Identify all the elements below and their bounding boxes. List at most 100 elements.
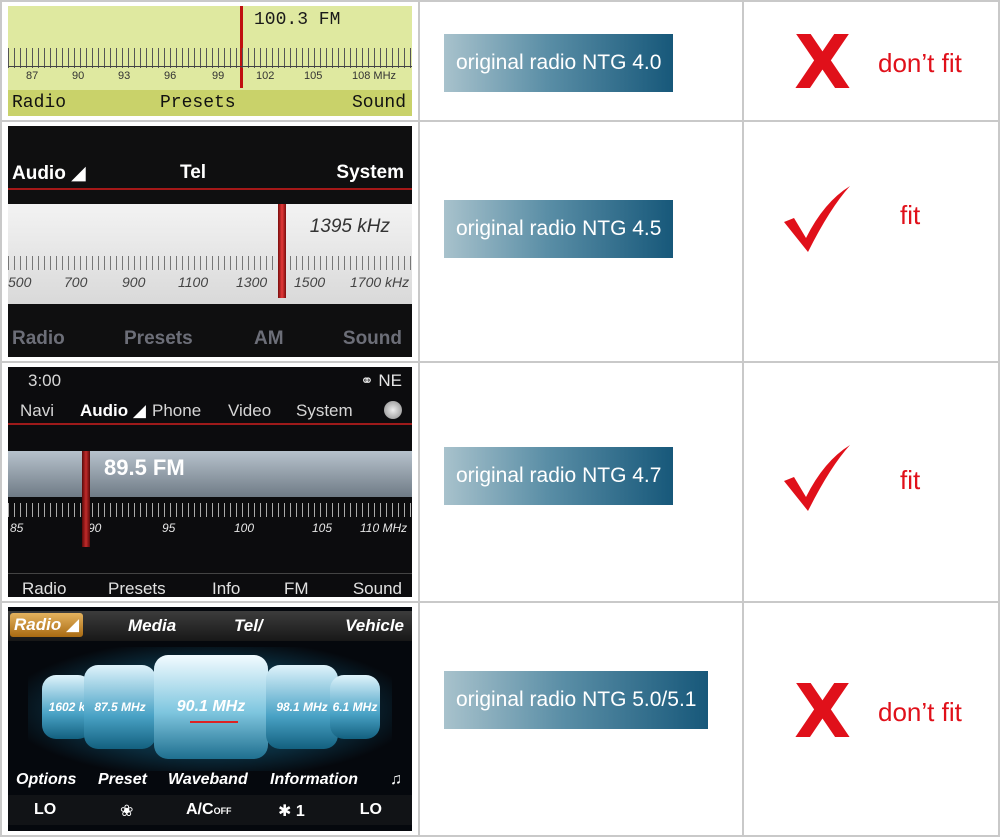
compass-heading: ⚭ NE bbox=[360, 371, 402, 391]
check-icon bbox=[784, 445, 850, 511]
verdict-text: fit bbox=[900, 200, 921, 230]
music-note-icon[interactable]: ♫ bbox=[390, 771, 402, 789]
ac-label: A/C bbox=[186, 801, 214, 818]
row-ntg-4-7: 3:00 ⚭ NE Navi Audio ◢ Phone Video Syste… bbox=[0, 361, 1000, 601]
scale-label: 102 bbox=[256, 70, 275, 82]
verdict-text: don’t fit bbox=[878, 697, 962, 727]
tuning-band bbox=[8, 451, 412, 497]
ac-off-label: OFF bbox=[213, 806, 232, 816]
tuning-scale-baseline bbox=[8, 66, 412, 67]
compass-heading-text: NE bbox=[378, 371, 402, 390]
scale-label: 90 bbox=[88, 521, 102, 535]
scale-label: 1500 bbox=[294, 274, 326, 290]
model-badge: original radio NTG 4.0 bbox=[444, 34, 674, 92]
scale-label: 700 bbox=[64, 274, 88, 290]
nav-item-system[interactable]: System bbox=[296, 401, 353, 421]
x-icon: X bbox=[794, 669, 852, 755]
scale-label: 85 bbox=[10, 521, 24, 535]
station-drum[interactable]: 6.1 MHz bbox=[330, 675, 380, 739]
menu-item-options[interactable]: Options bbox=[16, 771, 76, 789]
tuning-needle bbox=[240, 6, 243, 88]
row-ntg-4-0: 100.3 FM 87 90 93 96 99 102 105 108 MHz … bbox=[0, 0, 1000, 120]
ac-button[interactable]: A/COFF bbox=[186, 801, 232, 819]
scale-label: 96 bbox=[164, 70, 177, 82]
tab-radio[interactable]: Radio ◢ bbox=[10, 613, 84, 637]
menu-item-presets[interactable]: Presets bbox=[160, 93, 236, 113]
menu-item-radio[interactable]: Radio bbox=[12, 328, 65, 350]
top-menu-audio[interactable]: Audio ◢ bbox=[12, 162, 86, 185]
verdict-text: don’t fit bbox=[878, 48, 962, 78]
station-drum-selected[interactable]: 90.1 MHz bbox=[154, 655, 268, 759]
menu-divider bbox=[8, 573, 412, 574]
station-drum[interactable]: 87.5 MHz bbox=[84, 665, 156, 749]
tuning-scale-ticks bbox=[8, 48, 412, 68]
verdict-cell: fit bbox=[742, 363, 1000, 601]
x-icon: X bbox=[794, 20, 852, 106]
menu-item-info[interactable]: Info bbox=[212, 579, 240, 597]
check-icon bbox=[784, 186, 850, 252]
frequency-display: 100.3 FM bbox=[254, 10, 341, 30]
label-cell: original radio NTG 4.5 bbox=[418, 122, 742, 361]
globe-icon[interactable] bbox=[384, 401, 402, 419]
nav-item-phone[interactable]: Phone bbox=[152, 401, 201, 421]
menu-item-am[interactable]: AM bbox=[254, 328, 284, 350]
radio-screen-ntg50: Radio ◢ Media Tel/ Vehicle 1602 k 87.5 M… bbox=[8, 607, 412, 831]
fan-speed[interactable]: ✱ 1 bbox=[278, 801, 305, 821]
scale-label: 99 bbox=[212, 70, 225, 82]
station-drum[interactable]: 98.1 MHz bbox=[266, 665, 338, 749]
screen-menu-bar: Radio Presets Sound bbox=[8, 90, 412, 116]
row-ntg-5-0: Radio ◢ Media Tel/ Vehicle 1602 k 87.5 M… bbox=[0, 601, 1000, 837]
menu-item-waveband[interactable]: Waveband bbox=[168, 771, 248, 789]
scale-label: 95 bbox=[162, 521, 176, 535]
screenshot-cell: 100.3 FM 87 90 93 96 99 102 105 108 MHz … bbox=[0, 2, 418, 120]
top-menu-system[interactable]: System bbox=[336, 162, 404, 184]
menu-item-sound[interactable]: Sound bbox=[353, 579, 402, 597]
verdict-cell: X don’t fit bbox=[742, 2, 1000, 120]
tab-media[interactable]: Media bbox=[128, 616, 176, 636]
verdict-text: fit bbox=[900, 465, 921, 495]
nav-item-navi[interactable]: Navi bbox=[20, 401, 54, 421]
climate-bar: LO ❀ A/COFF ✱ 1 LO bbox=[8, 795, 412, 825]
scale-label: 105 bbox=[312, 521, 333, 535]
menu-item-presets[interactable]: Presets bbox=[108, 579, 166, 597]
scale-label: 110 MHz bbox=[360, 521, 408, 535]
row-ntg-4-5: Audio ◢ Tel System 1395 kHz 500 700 900 … bbox=[0, 120, 1000, 361]
menu-item-radio[interactable]: Radio bbox=[12, 93, 66, 113]
tuning-needle[interactable] bbox=[82, 451, 90, 547]
scale-label: 90 bbox=[72, 70, 85, 82]
selected-station-marker bbox=[190, 721, 238, 723]
scale-label: 1100 bbox=[178, 274, 209, 290]
top-menu-tel[interactable]: Tel bbox=[180, 162, 206, 184]
scale-label: 87 bbox=[26, 70, 39, 82]
menu-item-preset[interactable]: Preset bbox=[98, 771, 147, 789]
clock-time: 3:00 bbox=[28, 371, 62, 390]
temp-left[interactable]: LO bbox=[34, 801, 56, 819]
header-divider bbox=[8, 188, 412, 190]
menu-item-sound[interactable]: Sound bbox=[352, 93, 406, 113]
top-tab-bar: Radio ◢ Media Tel/ Vehicle bbox=[8, 611, 412, 641]
menu-item-radio[interactable]: Radio bbox=[22, 579, 66, 597]
tuning-scale-ticks bbox=[8, 503, 412, 517]
menu-item-information[interactable]: Information bbox=[270, 771, 358, 789]
tuning-needle[interactable] bbox=[278, 204, 286, 298]
nav-item-video[interactable]: Video bbox=[228, 401, 271, 421]
screenshot-cell: 3:00 ⚭ NE Navi Audio ◢ Phone Video Syste… bbox=[0, 363, 418, 601]
compass-icon: ⚭ bbox=[360, 373, 374, 390]
fan-icon[interactable]: ❀ bbox=[120, 801, 133, 821]
radio-screen-ntg47: 3:00 ⚭ NE Navi Audio ◢ Phone Video Syste… bbox=[8, 367, 412, 597]
verdict-cell: fit bbox=[742, 122, 1000, 361]
temp-right[interactable]: LO bbox=[360, 801, 382, 819]
model-badge: original radio NTG 4.7 bbox=[444, 447, 674, 505]
menu-item-fm[interactable]: FM bbox=[284, 579, 309, 597]
header-divider bbox=[8, 423, 412, 425]
tab-vehicle[interactable]: Vehicle bbox=[345, 616, 404, 636]
tab-tel[interactable]: Tel/ bbox=[234, 616, 263, 636]
tuning-scale-ticks bbox=[8, 256, 412, 270]
nav-item-audio[interactable]: Audio ◢ bbox=[80, 401, 146, 421]
scale-label: 500 bbox=[8, 274, 32, 290]
frequency-display: 89.5 FM bbox=[104, 455, 185, 480]
menu-item-sound[interactable]: Sound bbox=[343, 328, 402, 350]
scale-label: 93 bbox=[118, 70, 131, 82]
menu-item-presets[interactable]: Presets bbox=[124, 328, 193, 350]
scale-label: 900 bbox=[122, 274, 146, 290]
